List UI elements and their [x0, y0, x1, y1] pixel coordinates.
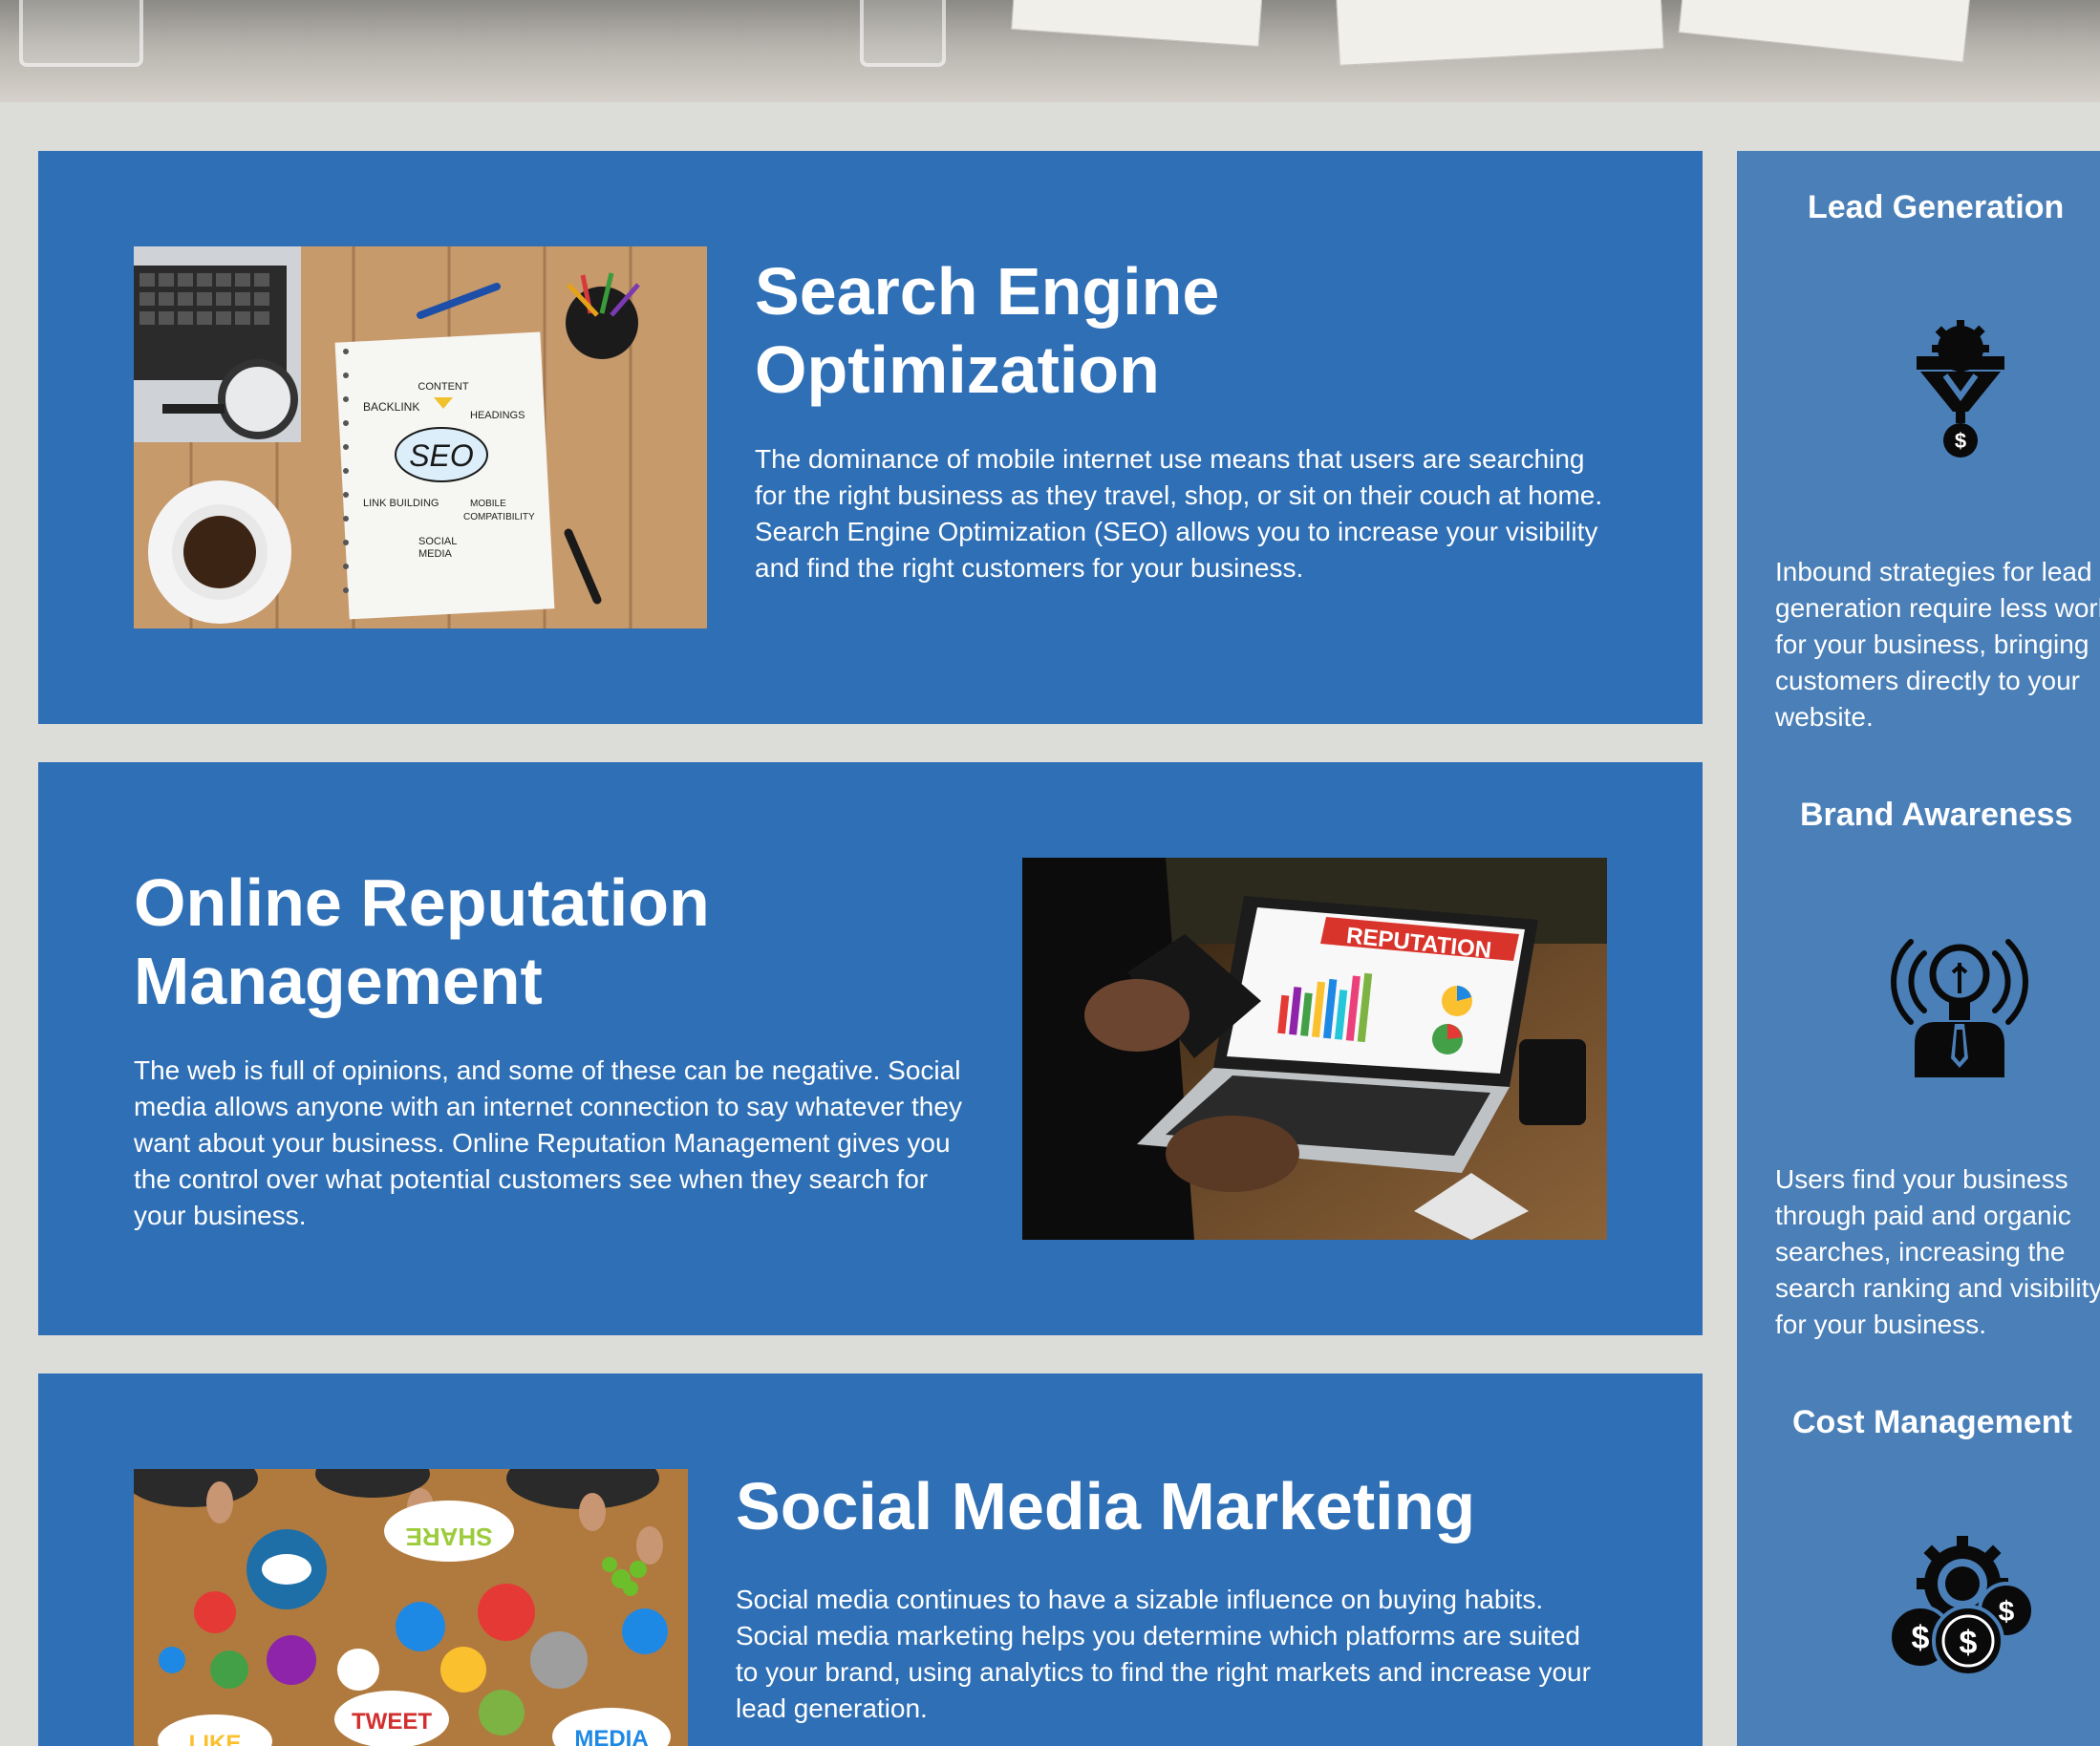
reputation-title: Online Reputation Management — [134, 865, 710, 1018]
svg-text:LIKE: LIKE — [189, 1731, 242, 1746]
svg-text:$: $ — [1912, 1620, 1930, 1656]
seo-title: Search Engine Optimization — [755, 254, 1220, 407]
lead-generation-title: Lead Generation — [1808, 189, 2065, 225]
svg-text:SOCIAL: SOCIAL — [418, 536, 457, 547]
benefits-sidebar: Lead Generation $ Inbound strategies for… — [1737, 151, 2100, 1746]
funnel-gear-dollar-icon: $ — [1913, 318, 2008, 461]
svg-text:SEO: SEO — [409, 438, 474, 473]
reputation-laptop-image: REPUTATION — [1022, 858, 1607, 1240]
svg-text:$: $ — [1999, 1596, 2015, 1628]
gear-coins-dollar-icon: $ $ $ — [1888, 1534, 2037, 1677]
social-media-description: Social media continues to have a sizable… — [736, 1585, 1591, 1723]
svg-text:$: $ — [1960, 1625, 1978, 1661]
svg-text:$: $ — [1955, 429, 1966, 453]
svg-text:MEDIA: MEDIA — [418, 548, 453, 560]
seo-notebook-image: SEO CONTENT BACKLINK HEADINGS LINK BUILD… — [134, 246, 707, 628]
svg-text:MOBILE: MOBILE — [470, 499, 506, 509]
svg-text:BACKLINK: BACKLINK — [363, 400, 419, 414]
svg-text:SHARE: SHARE — [405, 1522, 492, 1551]
reputation-description: The web is full of opinions, and some of… — [134, 1055, 962, 1230]
social-media-title: Social Media Marketing — [736, 1469, 1476, 1544]
svg-text:LINK BUILDING: LINK BUILDING — [363, 498, 439, 509]
svg-text:TWEET: TWEET — [352, 1709, 432, 1735]
cost-management-title: Cost Management — [1792, 1404, 2072, 1440]
seo-service-card: SEO CONTENT BACKLINK HEADINGS LINK BUILD… — [38, 151, 1703, 724]
reputation-service-card: Online Reputation Management The web is f… — [38, 762, 1703, 1335]
svg-text:COMPATIBILITY: COMPATIBILITY — [463, 512, 535, 522]
hero-image-strip — [0, 0, 2100, 102]
brand-awareness-title: Brand Awareness — [1800, 797, 2073, 833]
svg-text:CONTENT: CONTENT — [418, 381, 468, 393]
svg-text:MEDIA: MEDIA — [574, 1726, 648, 1746]
social-media-service-card: SHARE TWEET LIKE MEDIA Social Media Mark… — [38, 1373, 1703, 1746]
brand-awareness-description: Users find your business through paid an… — [1775, 1164, 2100, 1339]
svg-text:HEADINGS: HEADINGS — [470, 410, 525, 421]
social-media-table-image: SHARE TWEET LIKE MEDIA — [134, 1469, 688, 1746]
lightbulb-person-broadcast-icon — [1888, 925, 2031, 1077]
lead-generation-description: Inbound strategies for lead generation r… — [1775, 557, 2100, 732]
seo-description: The dominance of mobile internet use mea… — [755, 444, 1603, 583]
